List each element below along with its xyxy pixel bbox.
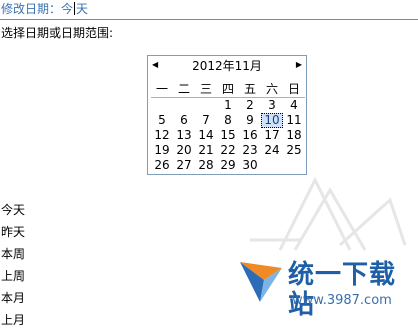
empty-day-cell bbox=[195, 98, 217, 113]
calendar-day[interactable]: 24 bbox=[261, 143, 283, 158]
calendar-day[interactable]: 7 bbox=[195, 113, 217, 128]
empty-day-cell bbox=[151, 98, 173, 113]
weekday-label: 四 bbox=[221, 82, 234, 96]
calendar-day[interactable]: 27 bbox=[173, 158, 195, 173]
calendar-day[interactable]: 19 bbox=[151, 143, 173, 158]
search-filter-value-start: 今 bbox=[61, 2, 74, 16]
weekday-header: 一二三四五六日 bbox=[151, 82, 305, 98]
calendar-day[interactable]: 21 bbox=[195, 143, 217, 158]
calendar-day[interactable]: 29 bbox=[217, 158, 239, 173]
calendar-day[interactable]: 13 bbox=[173, 128, 195, 143]
quick-range-item[interactable]: 本周 bbox=[1, 243, 25, 265]
search-filter-input[interactable]: 修改日期：今天 bbox=[0, 0, 418, 20]
date-picker-calendar[interactable]: ◀ 2012年11月 ▶ 一二三四五六日 1 2 3 4 5 6 7 8 9 10 11 12 13 14… bbox=[147, 55, 307, 175]
calendar-day[interactable]: 5 bbox=[151, 113, 173, 128]
quick-range-list: 今天 昨天 本周 上周 本月 上月 bbox=[1, 199, 25, 331]
calendar-day[interactable]: 2 bbox=[239, 98, 261, 113]
calendar-day[interactable]: 26 bbox=[151, 158, 173, 173]
weekday-label: 五 bbox=[243, 82, 256, 96]
calendar-day[interactable]: 14 bbox=[195, 128, 217, 143]
weekday-label: 一 bbox=[155, 82, 168, 96]
text-caret bbox=[74, 2, 76, 15]
watermark-url: www.3987.com bbox=[292, 293, 392, 308]
calendar-day-selected[interactable]: 10 bbox=[261, 113, 283, 128]
calendar-day[interactable]: 28 bbox=[195, 158, 217, 173]
calendar-day[interactable]: 23 bbox=[239, 143, 261, 158]
calendar-day[interactable]: 16 bbox=[239, 128, 261, 143]
day-grid[interactable]: 1 2 3 4 5 6 7 8 9 10 11 12 13 14 15 16 17 18 19 20 21 22 23 24 2… bbox=[151, 98, 305, 173]
calendar-day[interactable]: 1 bbox=[217, 98, 239, 113]
quick-range-item[interactable]: 今天 bbox=[1, 199, 25, 221]
next-month-icon[interactable]: ▶ bbox=[296, 59, 302, 71]
download-site-logo-icon bbox=[240, 262, 282, 302]
calendar-day[interactable]: 22 bbox=[217, 143, 239, 158]
watermark-background-graphic bbox=[250, 176, 407, 251]
weekday-label: 二 bbox=[177, 82, 190, 96]
calendar-day[interactable]: 15 bbox=[217, 128, 239, 143]
calendar-day[interactable]: 18 bbox=[283, 128, 305, 143]
calendar-day[interactable]: 12 bbox=[151, 128, 173, 143]
calendar-day[interactable]: 4 bbox=[283, 98, 305, 113]
month-title[interactable]: 2012年11月 bbox=[148, 59, 306, 73]
calendar-day[interactable]: 6 bbox=[173, 113, 195, 128]
calendar-day[interactable]: 25 bbox=[283, 143, 305, 158]
watermark: 统一下载站 www.3987.com bbox=[238, 256, 416, 320]
date-range-label: 选择日期或日期范围: bbox=[1, 26, 114, 40]
quick-range-item[interactable]: 上月 bbox=[1, 309, 25, 331]
weekday-label: 日 bbox=[287, 82, 300, 96]
search-filter-value-end: 天 bbox=[76, 2, 89, 16]
calendar-day[interactable]: 20 bbox=[173, 143, 195, 158]
calendar-day[interactable]: 11 bbox=[283, 113, 305, 128]
weekday-label: 六 bbox=[265, 82, 278, 96]
quick-range-item[interactable]: 本月 bbox=[1, 287, 25, 309]
search-filter-prefix: 修改日期： bbox=[1, 2, 62, 16]
empty-day-cell bbox=[173, 98, 195, 113]
quick-range-item[interactable]: 昨天 bbox=[1, 221, 25, 243]
calendar-day[interactable]: 8 bbox=[217, 113, 239, 128]
calendar-day[interactable]: 9 bbox=[239, 113, 261, 128]
calendar-day[interactable]: 17 bbox=[261, 128, 283, 143]
weekday-label: 三 bbox=[199, 82, 212, 96]
quick-range-item[interactable]: 上周 bbox=[1, 265, 25, 287]
watermark-site-name: 统一下载站 bbox=[288, 260, 397, 320]
calendar-day[interactable]: 3 bbox=[261, 98, 283, 113]
